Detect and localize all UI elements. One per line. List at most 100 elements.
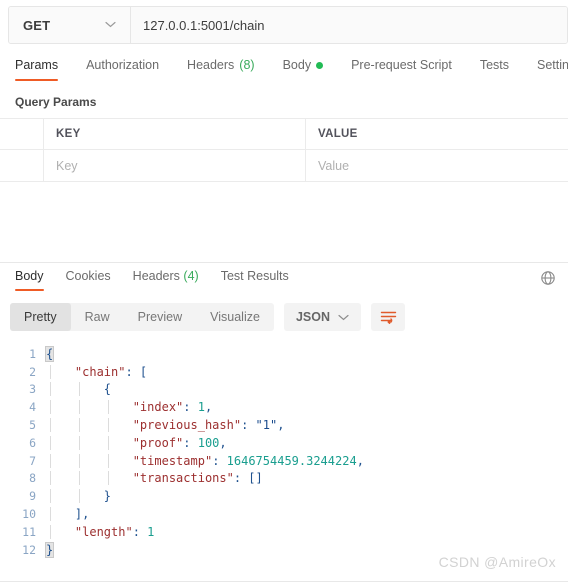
code-line-content: "length": 1: [46, 524, 568, 539]
response-view-toolbar: Pretty Raw Preview Visualize JSON: [10, 303, 405, 331]
line-number: 3: [29, 382, 36, 397]
code-line-content: "proof": 100,: [46, 435, 568, 450]
table-header-row: KEY VALUE: [0, 118, 568, 150]
response-format-selector[interactable]: JSON: [283, 303, 361, 331]
header-value-cell: VALUE: [306, 119, 568, 149]
postman-request-response-pane: GET 127.0.0.1:5001/chain Params Authoriz…: [0, 0, 568, 582]
watermark: CSDN @AmireOx: [438, 554, 556, 570]
line-number: 5: [29, 418, 36, 433]
response-tab-body[interactable]: Body: [15, 269, 44, 291]
globe-icon[interactable]: [540, 270, 556, 286]
row-key-cell[interactable]: Key: [44, 150, 306, 181]
table-row[interactable]: Key Value: [0, 150, 568, 182]
tab-settings[interactable]: Settings: [537, 56, 568, 81]
code-line-content: {: [46, 382, 568, 397]
code-line: 9 }: [0, 487, 568, 505]
view-mode-raw-label: Raw: [84, 310, 110, 324]
response-tab-cookies[interactable]: Cookies: [66, 269, 111, 291]
view-mode-preview[interactable]: Preview: [124, 303, 196, 331]
view-mode-visualize[interactable]: Visualize: [196, 303, 274, 331]
line-number: 2: [29, 364, 36, 379]
tab-params[interactable]: Params: [15, 56, 59, 81]
line-number: 4: [29, 400, 36, 415]
body-indicator-dot-icon: [316, 61, 324, 69]
line-number: 11: [22, 524, 36, 539]
view-mode-visualize-label: Visualize: [210, 310, 260, 324]
code-line: 8 "transactions": []: [0, 470, 568, 488]
line-number: 7: [29, 453, 36, 468]
tab-pre-request-script[interactable]: Pre-request Script: [351, 56, 452, 81]
chevron-down-icon: [338, 308, 349, 326]
wrap-text-icon[interactable]: [371, 303, 405, 331]
row-checkbox-cell[interactable]: [0, 150, 44, 181]
column-header-value: VALUE: [318, 128, 358, 140]
tab-body-label: Body: [282, 58, 312, 72]
code-line: 5 "previous_hash": "1",: [0, 416, 568, 434]
tab-body[interactable]: Body: [283, 56, 324, 81]
value-input-placeholder: Value: [318, 158, 350, 173]
line-number: 10: [22, 507, 36, 522]
pane-divider: [0, 262, 568, 263]
tab-authorization-label: Authorization: [86, 58, 160, 72]
response-tab-headers-label: Headers: [132, 269, 180, 283]
tab-authorization[interactable]: Authorization: [86, 56, 159, 81]
code-line: 3 {: [0, 381, 568, 399]
response-tab-cookies-label: Cookies: [65, 269, 111, 283]
http-method-selector[interactable]: GET: [9, 7, 131, 43]
header-key-cell: KEY: [44, 119, 306, 149]
http-method-label: GET: [23, 17, 51, 33]
query-params-title: Query Params: [15, 95, 97, 109]
url-input[interactable]: 127.0.0.1:5001/chain: [131, 7, 567, 43]
tab-headers-count: (8): [239, 58, 255, 72]
response-tab-body-label: Body: [15, 269, 44, 283]
header-checkbox-cell: [0, 119, 44, 149]
code-line-content: "chain": [: [46, 364, 568, 379]
response-format-label: JSON: [295, 310, 330, 324]
line-number: 8: [29, 471, 36, 486]
code-line-content: "transactions": []: [46, 471, 568, 486]
code-line-content: "timestamp": 1646754459.3244224,: [46, 453, 568, 468]
view-mode-pretty-label: Pretty: [24, 310, 57, 324]
line-number: 6: [29, 435, 36, 450]
row-value-cell[interactable]: Value: [306, 150, 568, 181]
response-tab-headers[interactable]: Headers (4): [133, 269, 199, 291]
code-line-content: "previous_hash": "1",: [46, 418, 568, 433]
url-text: 127.0.0.1:5001/chain: [143, 17, 265, 33]
tab-headers-label: Headers: [187, 58, 235, 72]
tab-headers[interactable]: Headers (8): [187, 56, 255, 81]
query-params-table: KEY VALUE Key Value: [0, 118, 568, 182]
response-tab-test-results[interactable]: Test Results: [221, 269, 289, 291]
column-header-key: KEY: [56, 128, 81, 140]
code-line-content: {: [44, 345, 55, 362]
line-number: 9: [29, 489, 36, 504]
code-line: 11 "length": 1: [0, 523, 568, 541]
code-line: 7 "timestamp": 1646754459.3244224,: [0, 452, 568, 470]
view-mode-pretty[interactable]: Pretty: [10, 303, 71, 331]
tab-pre-request-script-label: Pre-request Script: [351, 58, 452, 72]
code-line: 10 ],: [0, 505, 568, 523]
response-body-code[interactable]: 1 { 2 "chain": [ 3 { 4 "index": 1, 5 "pr…: [0, 345, 568, 560]
code-line: 2 "chain": [: [0, 363, 568, 381]
tab-settings-label: Settings: [537, 58, 568, 72]
view-mode-preview-label: Preview: [137, 310, 183, 324]
line-number: 1: [29, 346, 36, 361]
view-mode-raw[interactable]: Raw: [71, 303, 124, 331]
code-line: 1 {: [0, 345, 568, 363]
url-bar: GET 127.0.0.1:5001/chain: [8, 6, 568, 44]
request-tab-bar: Params Authorization Headers (8) Body Pr…: [0, 56, 568, 88]
line-number: 12: [22, 542, 36, 557]
code-line-content: "index": 1,: [46, 400, 568, 415]
key-input-placeholder: Key: [56, 158, 78, 173]
code-line-content: ],: [46, 507, 568, 522]
response-tab-test-results-label: Test Results: [220, 269, 289, 283]
tab-tests[interactable]: Tests: [480, 56, 509, 81]
code-line: 6 "proof": 100,: [0, 434, 568, 452]
code-line-content: }: [46, 489, 568, 504]
response-tab-headers-count: (4): [183, 269, 199, 283]
response-tab-bar: Body Cookies Headers (4) Test Results: [0, 269, 568, 297]
view-mode-segmented-control: Pretty Raw Preview Visualize: [10, 303, 274, 331]
tab-params-label: Params: [15, 58, 59, 72]
tab-tests-label: Tests: [479, 58, 509, 72]
chevron-down-icon: [105, 20, 116, 31]
code-line: 4 "index": 1,: [0, 398, 568, 416]
